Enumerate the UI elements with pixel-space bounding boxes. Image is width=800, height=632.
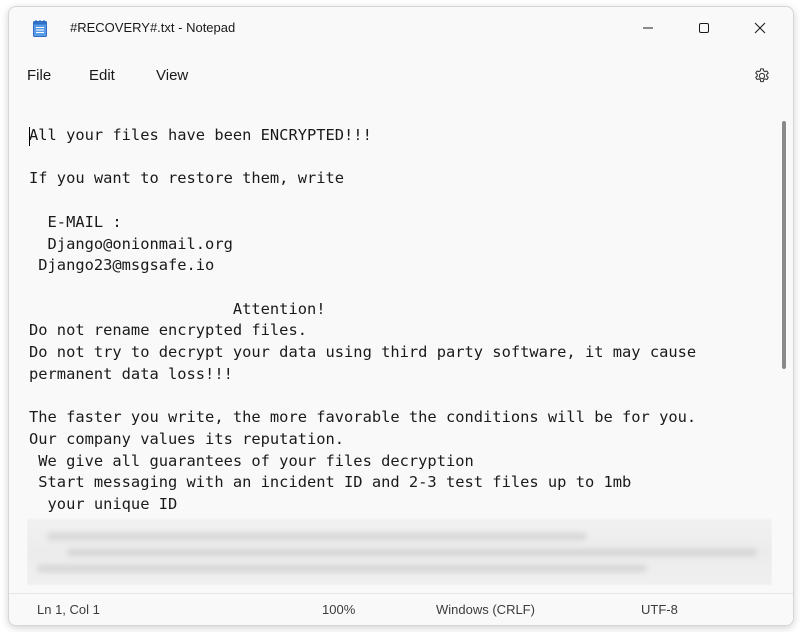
- maximize-icon: [699, 23, 709, 33]
- gear-icon: [755, 68, 769, 83]
- cursor-position: Ln 1, Col 1: [37, 602, 100, 617]
- menu-bar: File Edit View: [9, 57, 793, 93]
- line-ending: Windows (CRLF): [436, 602, 535, 617]
- redacted-id-area: [27, 519, 772, 585]
- notepad-icon: [33, 20, 47, 37]
- text-editor[interactable]: All your files have been ENCRYPTED!!! If…: [27, 111, 772, 586]
- close-button[interactable]: [737, 7, 783, 49]
- notepad-window: #RECOVERY#.txt - Notepad File Edit View: [8, 6, 794, 626]
- settings-button[interactable]: [751, 65, 773, 87]
- zoom-level: 100%: [322, 602, 356, 617]
- window-title: #RECOVERY#.txt - Notepad: [70, 20, 236, 35]
- vertical-scrollbar[interactable]: [782, 121, 786, 369]
- title-bar[interactable]: #RECOVERY#.txt - Notepad: [9, 7, 793, 49]
- menu-edit[interactable]: Edit: [89, 67, 115, 84]
- close-icon: [754, 22, 766, 34]
- minimize-icon: [643, 27, 653, 29]
- menu-view[interactable]: View: [156, 67, 188, 84]
- status-bar: Ln 1, Col 1 100% Windows (CRLF) UTF-8: [9, 593, 793, 625]
- menu-file[interactable]: File: [27, 67, 51, 84]
- encoding: UTF-8: [641, 602, 678, 617]
- document-text[interactable]: All your files have been ENCRYPTED!!! If…: [29, 125, 696, 516]
- minimize-button[interactable]: [625, 7, 671, 49]
- text-caret: [29, 127, 30, 146]
- maximize-button[interactable]: [681, 7, 727, 49]
